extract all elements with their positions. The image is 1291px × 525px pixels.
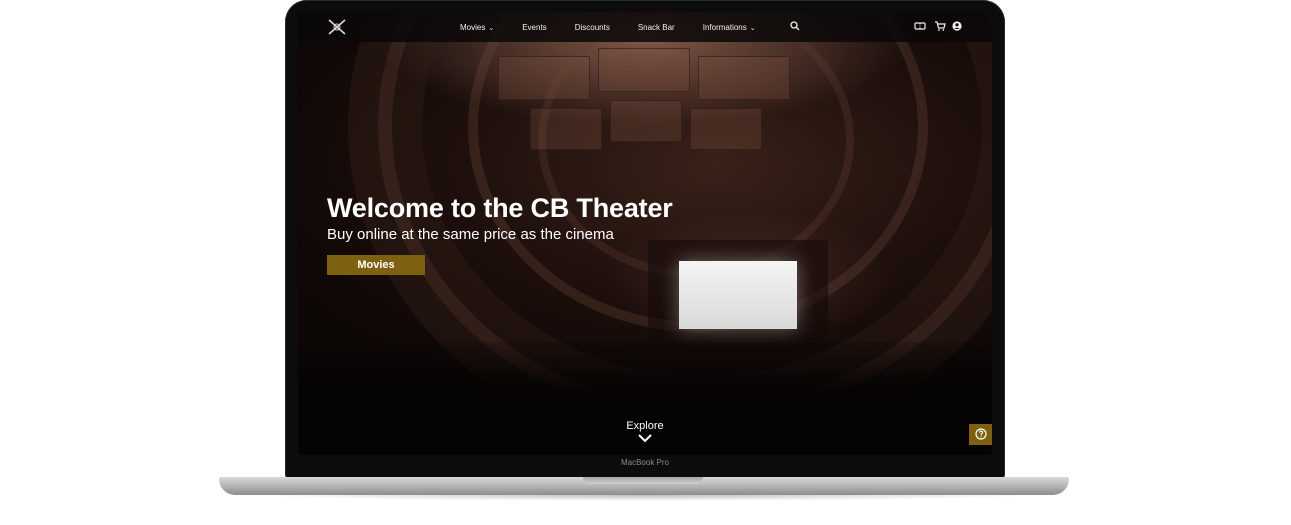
chevron-down-icon[interactable] [637, 431, 653, 443]
help-icon [974, 428, 987, 440]
nav-item-informations[interactable]: Informations ⌄ [703, 23, 756, 32]
ticket-icon[interactable] [914, 20, 926, 37]
movies-button[interactable]: Movies [327, 255, 425, 275]
nav-item-label: Movies [460, 22, 486, 32]
nav-item-snack-bar[interactable]: Snack Bar [638, 23, 675, 32]
nav-item-label: Discounts [574, 22, 610, 32]
nav-item-events[interactable]: Events [522, 23, 546, 32]
nav-item-label: Informations [702, 22, 747, 32]
ceiling-panel [598, 48, 690, 92]
ceiling-panel [698, 56, 790, 100]
nav-item-label: Events [522, 22, 547, 32]
screen: Movies ⌄ Events Discounts Snack Bar Infor… [298, 12, 992, 455]
cinema-screen [679, 261, 797, 329]
nav-item-label: Snack Bar [637, 22, 675, 32]
user-icon[interactable] [951, 20, 963, 37]
hero-subtitle: Buy online at the same price as the cine… [327, 226, 614, 243]
laptop-notch [583, 477, 703, 484]
device-label: MacBook Pro [620, 458, 670, 467]
chevron-down-icon: ⌄ [749, 24, 756, 32]
ceiling-panel [498, 56, 590, 100]
ceiling-panel [610, 100, 682, 142]
cinema-logo-icon [328, 19, 346, 35]
cart-icon[interactable] [934, 20, 946, 37]
help-button[interactable] [969, 424, 992, 445]
nav-item-movies[interactable]: Movies ⌄ [460, 23, 494, 32]
ceiling-panel [530, 108, 602, 150]
search-icon[interactable] [790, 20, 800, 37]
nav-item-discounts[interactable]: Discounts [575, 23, 610, 32]
chevron-down-icon: ⌄ [488, 24, 495, 32]
hero-title: Welcome to the CB Theater [327, 193, 673, 223]
cinema-logo[interactable] [326, 18, 348, 36]
nav-links: Movies ⌄ Events Discounts Snack Bar Infor… [460, 12, 784, 42]
laptop-shadow [250, 495, 1040, 501]
top-nav: Movies ⌄ Events Discounts Snack Bar Infor… [298, 12, 992, 42]
ceiling-panel [690, 108, 762, 150]
